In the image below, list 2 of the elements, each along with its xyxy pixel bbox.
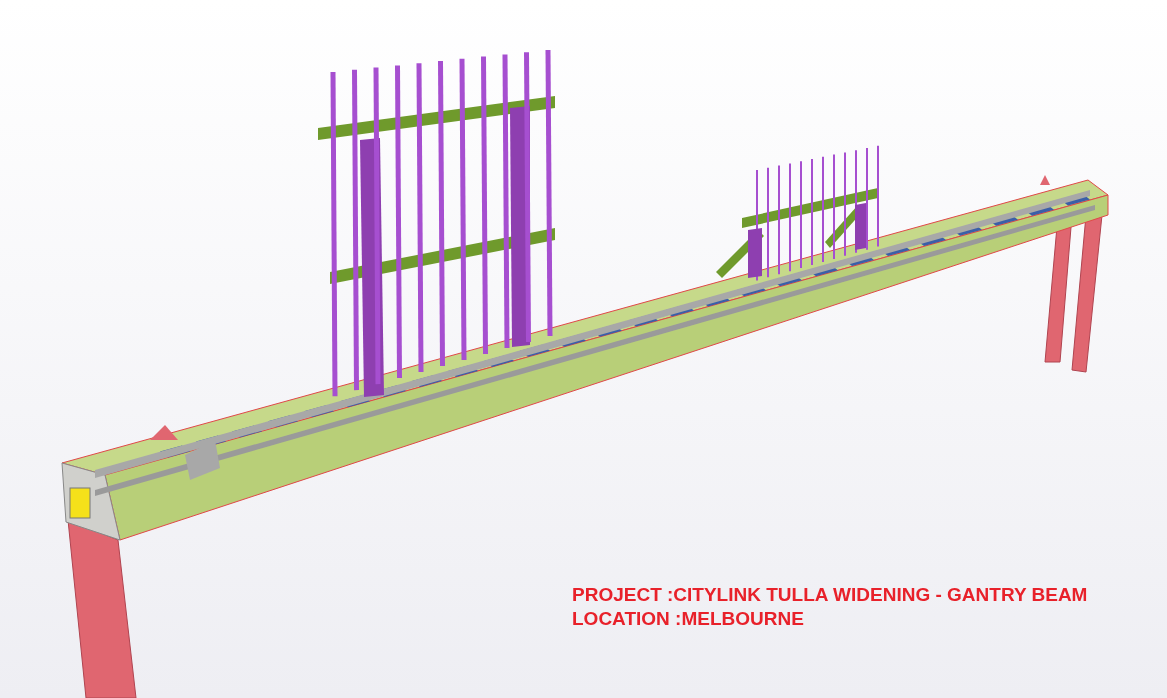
caption-line: LOCATION :MELBOURNE bbox=[572, 607, 805, 631]
caption-line: PROJECT :CITYLINK TULLA WIDENING - GANTRY BEAM bbox=[572, 583, 1088, 607]
